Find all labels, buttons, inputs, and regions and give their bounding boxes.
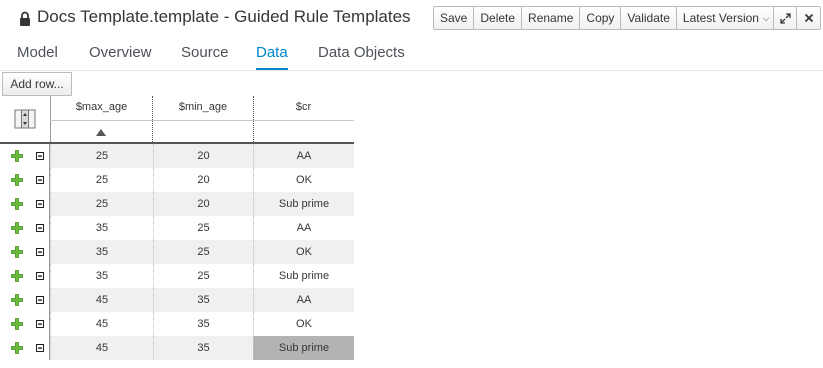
row-controls [0,264,50,288]
column-header-min-age[interactable]: $min_age [153,96,253,120]
tab-model[interactable]: Model [17,44,58,61]
tab-source[interactable]: Source [181,44,229,61]
cell-max-age[interactable]: 35 [50,240,153,264]
delete-row-icon[interactable] [36,200,44,208]
delete-row-icon[interactable] [36,320,44,328]
tab-overview[interactable]: Overview [89,44,152,61]
delete-row-icon[interactable] [36,248,44,256]
insert-row-icon[interactable] [11,342,23,354]
cell-min-age[interactable]: 25 [153,216,253,240]
tab-data[interactable]: Data [256,44,288,61]
row-controls [0,336,50,360]
row-controls [0,192,50,216]
cell-cr[interactable]: Sub prime [253,336,354,360]
column-header-max-age[interactable]: $max_age [50,96,153,120]
cell-min-age[interactable]: 20 [153,144,253,168]
cell-max-age[interactable]: 45 [50,288,153,312]
cell-min-age[interactable]: 25 [153,264,253,288]
table-row: 35 25 AA [0,216,354,240]
table-row: 35 25 OK [0,240,354,264]
cell-cr[interactable]: AA [253,144,354,168]
cell-min-age[interactable]: 35 [153,288,253,312]
row-controls [0,144,50,168]
editor-tabs: Model Overview Source Data Data Objects [0,38,823,71]
lock-icon [20,11,30,26]
cell-max-age[interactable]: 35 [50,264,153,288]
cell-max-age[interactable]: 35 [50,216,153,240]
add-row-button[interactable]: Add row... [2,72,72,96]
maximize-button[interactable] [774,7,797,29]
row-controls [0,240,50,264]
grid-header: $max_age $min_age $cr [0,96,354,144]
close-button[interactable] [797,7,820,29]
table-row: 45 35 AA [0,288,354,312]
version-dropdown-label: Latest Version [682,11,759,25]
cell-min-age[interactable]: 35 [153,312,253,336]
insert-row-icon[interactable] [11,150,23,162]
cell-cr[interactable]: OK [253,312,354,336]
cell-min-age[interactable]: 35 [153,336,253,360]
insert-row-icon[interactable] [11,198,23,210]
cell-min-age[interactable]: 25 [153,240,253,264]
insert-row-icon[interactable] [11,318,23,330]
grid-body: 25 20 AA 25 20 OK 25 20 Sub prime 35 25 AA 35 25 OK 35 2… [0,144,354,360]
tab-data-objects[interactable]: Data Objects [318,44,405,61]
header-separator [50,120,354,121]
cell-min-age[interactable]: 20 [153,192,253,216]
cell-max-age[interactable]: 25 [50,144,153,168]
column-header-cr[interactable]: $cr [253,96,354,120]
version-dropdown[interactable]: Latest Version ⌵ [676,7,776,29]
table-row: 25 20 OK [0,168,354,192]
cell-cr[interactable]: AA [253,216,354,240]
cell-cr[interactable]: AA [253,288,354,312]
delete-row-icon[interactable] [36,344,44,352]
row-controls [0,216,50,240]
cell-min-age[interactable]: 20 [153,168,253,192]
cell-cr[interactable]: OK [253,240,354,264]
insert-row-icon[interactable] [11,246,23,258]
delete-row-icon[interactable] [36,224,44,232]
validate-button[interactable]: Validate [621,7,677,29]
cell-cr[interactable]: OK [253,168,354,192]
delete-row-icon[interactable] [36,152,44,160]
insert-row-icon[interactable] [11,294,23,306]
table-row: 25 20 Sub prime [0,192,354,216]
insert-row-icon[interactable] [11,174,23,186]
title-bar: Docs Template.template - Guided Rule Tem… [0,0,823,38]
table-row: 45 35 OK [0,312,354,336]
cell-max-age[interactable]: 25 [50,192,153,216]
row-controls [0,312,50,336]
table-row: 35 25 Sub prime [0,264,354,288]
sort-ascending-icon[interactable] [96,129,106,136]
window-controls [773,6,821,30]
cell-max-age[interactable]: 45 [50,312,153,336]
cell-cr[interactable]: Sub prime [253,264,354,288]
table-row: 25 20 AA [0,144,354,168]
editor-title: Docs Template.template - Guided Rule Tem… [37,7,411,26]
cell-cr[interactable]: Sub prime [253,192,354,216]
cell-max-age[interactable]: 45 [50,336,153,360]
editor-toolbar: Save Delete Rename Copy Validate Latest … [433,6,777,30]
expand-icon [779,12,791,24]
delete-row-icon[interactable] [36,272,44,280]
copy-button[interactable]: Copy [580,7,622,29]
insert-row-icon[interactable] [11,270,23,282]
delete-row-icon[interactable] [36,176,44,184]
cell-max-age[interactable]: 25 [50,168,153,192]
save-button[interactable]: Save [434,7,475,29]
close-icon [804,13,813,23]
delete-row-icon[interactable] [36,296,44,304]
row-controls [0,168,50,192]
active-tab-indicator [256,68,288,70]
rename-button[interactable]: Rename [522,7,581,29]
column-picker-icon[interactable] [14,109,36,129]
table-row: 45 35 Sub prime [0,336,354,360]
delete-button[interactable]: Delete [474,7,523,29]
row-controls [0,288,50,312]
chevron-down-icon: ⌵ [762,13,770,23]
insert-row-icon[interactable] [11,222,23,234]
